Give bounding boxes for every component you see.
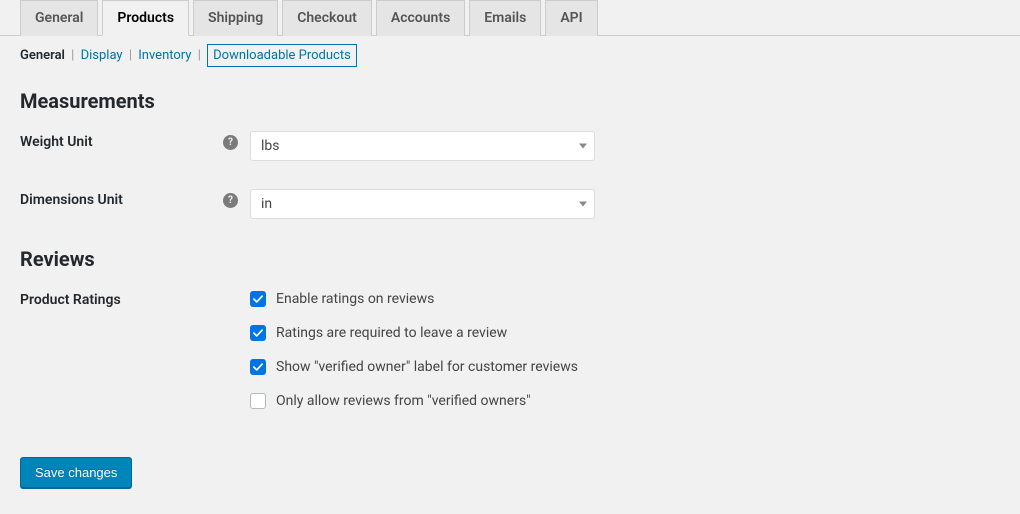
checkbox-ratings-required[interactable] — [250, 325, 266, 341]
primary-tabs: General Products Shipping Checkout Accou… — [0, 0, 1020, 36]
help-icon[interactable]: ? — [223, 193, 238, 208]
checkbox-label: Ratings are required to leave a review — [276, 325, 507, 341]
subnav-separator: | — [129, 48, 132, 63]
tab-shipping[interactable]: Shipping — [193, 0, 278, 36]
checkbox-row-ratings-required: Ratings are required to leave a review — [250, 325, 578, 341]
tab-emails[interactable]: Emails — [469, 0, 541, 36]
checkbox-verified-label[interactable] — [250, 359, 266, 375]
label-weight-unit: Weight Unit — [20, 134, 93, 150]
save-button[interactable]: Save changes — [20, 457, 132, 488]
select-value: in — [261, 196, 272, 212]
subnav-separator: | — [198, 48, 201, 63]
tab-checkout[interactable]: Checkout — [282, 0, 372, 36]
subnav-general[interactable]: General — [20, 48, 65, 63]
select-value: lbs — [261, 138, 280, 154]
checkbox-enable-ratings[interactable] — [250, 291, 266, 307]
check-icon — [253, 328, 263, 338]
checkbox-label: Only allow reviews from "verified owners… — [276, 393, 531, 409]
checkbox-row-verified-label: Show "verified owner" label for customer… — [250, 359, 578, 375]
checkbox-row-enable-ratings: Enable ratings on reviews — [250, 291, 578, 307]
tab-general[interactable]: General — [20, 0, 98, 36]
subnav-display[interactable]: Display — [81, 48, 123, 63]
subnav-separator: | — [71, 48, 74, 63]
row-weight-unit: Weight Unit ? lbs — [20, 131, 1000, 161]
check-icon — [253, 294, 263, 304]
tab-products[interactable]: Products — [102, 0, 189, 36]
help-icon[interactable]: ? — [223, 135, 238, 150]
sub-nav: General | Display | Inventory | Download… — [20, 46, 1000, 81]
checkbox-label: Show "verified owner" label for customer… — [276, 359, 578, 375]
row-dimensions-unit: Dimensions Unit ? in — [20, 189, 1000, 219]
select-dimensions-unit[interactable]: in — [250, 189, 595, 219]
subnav-downloadable-products[interactable]: Downloadable Products — [207, 44, 357, 67]
checkbox-label: Enable ratings on reviews — [276, 291, 434, 307]
tab-accounts[interactable]: Accounts — [376, 0, 465, 36]
tab-api[interactable]: API — [545, 0, 597, 36]
checkbox-only-verified[interactable] — [250, 393, 266, 409]
label-product-ratings: Product Ratings — [20, 292, 121, 308]
heading-measurements: Measurements — [20, 89, 1000, 113]
label-dimensions-unit: Dimensions Unit — [20, 192, 123, 208]
heading-reviews: Reviews — [20, 247, 1000, 271]
checkbox-row-only-verified: Only allow reviews from "verified owners… — [250, 393, 578, 409]
row-product-ratings: Product Ratings Enable ratings on review… — [20, 289, 1000, 409]
select-weight-unit[interactable]: lbs — [250, 131, 595, 161]
check-icon — [253, 362, 263, 372]
subnav-inventory[interactable]: Inventory — [138, 48, 191, 63]
